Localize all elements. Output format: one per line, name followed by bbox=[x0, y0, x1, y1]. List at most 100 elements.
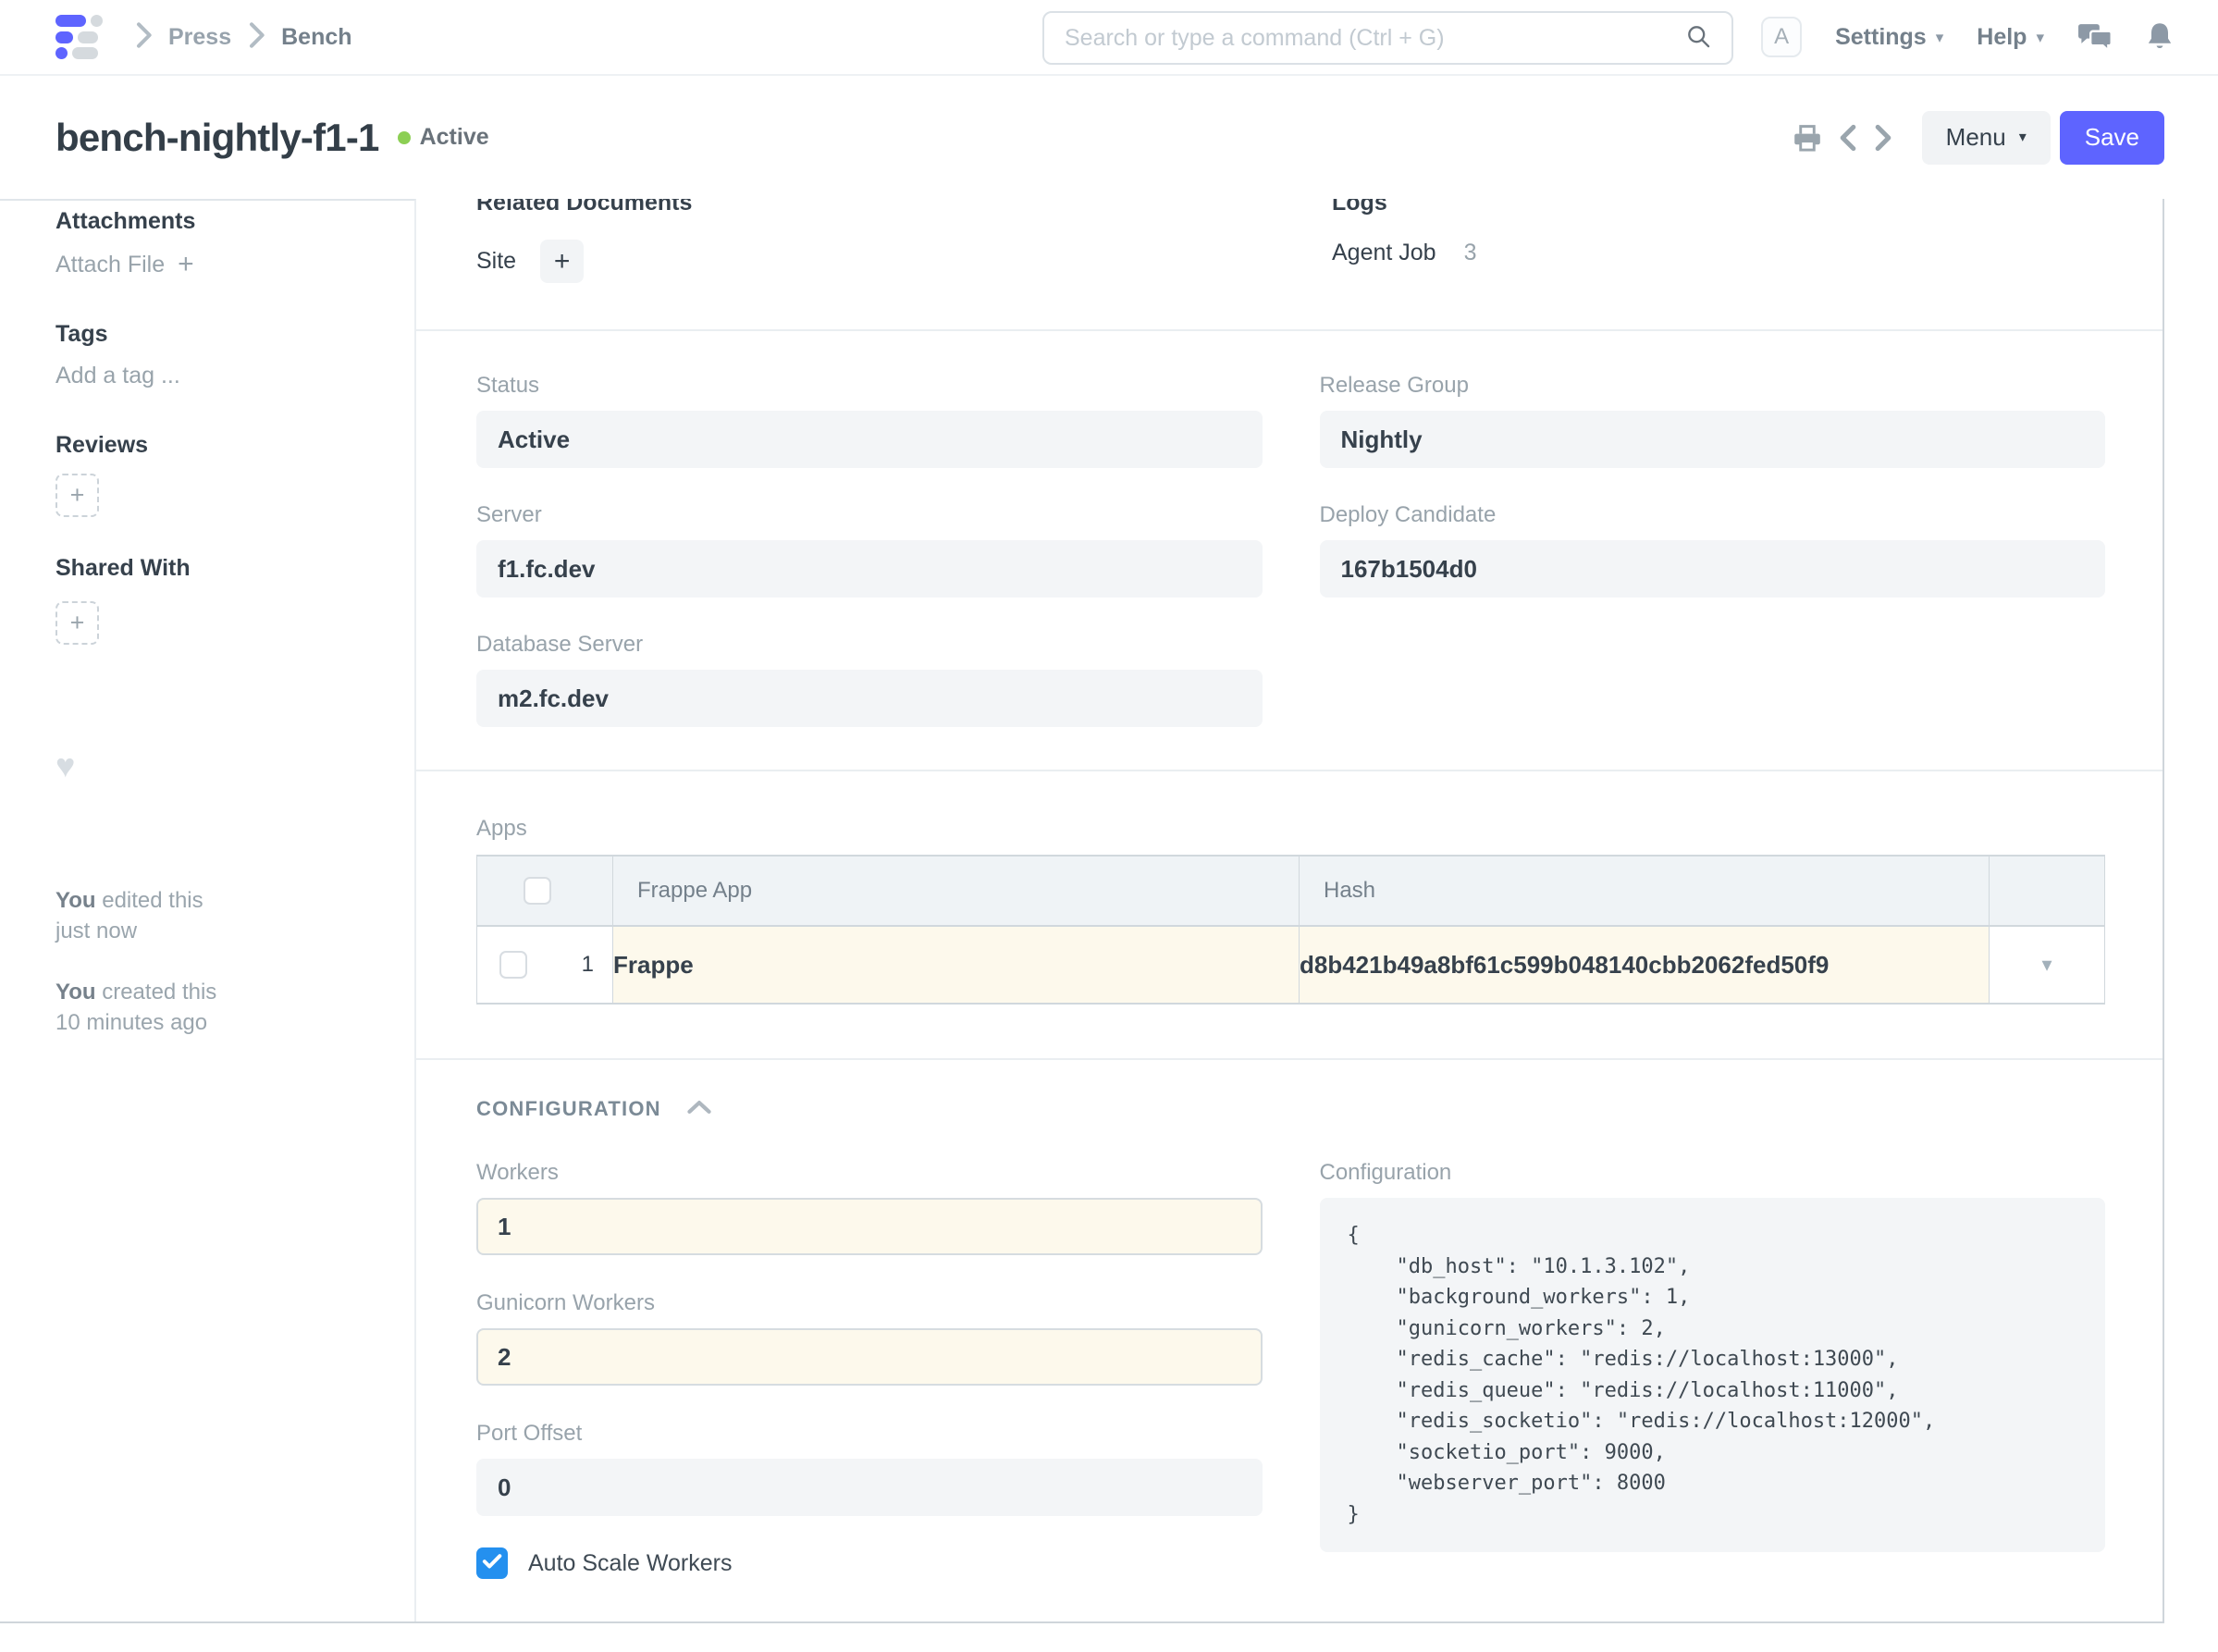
chevron-right-icon bbox=[246, 21, 266, 54]
chevron-right-icon bbox=[133, 21, 154, 54]
status-label: Status bbox=[476, 373, 1263, 399]
save-button[interactable]: Save bbox=[2060, 111, 2164, 165]
database-server-label: Database Server bbox=[476, 632, 1263, 658]
apps-label: Apps bbox=[476, 816, 2105, 842]
attachments-heading: Attachments bbox=[55, 208, 377, 234]
shared-with-heading: Shared With bbox=[55, 555, 377, 581]
help-menu[interactable]: Help ▾ bbox=[1977, 24, 2044, 51]
chevron-up-icon bbox=[687, 1100, 711, 1119]
row-dropdown-caret-icon[interactable]: ▾ bbox=[2041, 953, 2052, 976]
add-share-button[interactable]: + bbox=[55, 601, 99, 645]
caret-down-icon: ▾ bbox=[2019, 130, 2027, 145]
check-icon bbox=[482, 1553, 502, 1574]
activity-who: You bbox=[55, 888, 96, 913]
activity-when: just now bbox=[55, 918, 137, 943]
created-activity: You created this 10 minutes ago bbox=[55, 977, 377, 1038]
logo-row bbox=[55, 31, 105, 43]
row-index[interactable]: 1 bbox=[582, 952, 594, 978]
menu-button[interactable]: Menu ▾ bbox=[1922, 111, 2051, 165]
deploy-candidate-label: Deploy Candidate bbox=[1320, 502, 2106, 528]
search-icon bbox=[1685, 23, 1711, 54]
navbar-right: A Settings ▾ Help ▾ bbox=[1761, 17, 2174, 57]
auto-scale-workers-checkbox[interactable] bbox=[476, 1547, 508, 1579]
breadcrumb-item-bench[interactable]: Bench bbox=[281, 24, 351, 51]
status-indicator: Active bbox=[398, 124, 489, 151]
logo-shape bbox=[55, 47, 68, 59]
logo-row bbox=[55, 15, 105, 27]
server-field: Server f1.fc.dev bbox=[476, 502, 1263, 598]
release-group-field: Release Group Nightly bbox=[1320, 373, 2106, 468]
port-offset-field: Port Offset 0 bbox=[476, 1421, 1263, 1516]
logo-shape bbox=[72, 47, 98, 59]
title-area: bench-nightly-f1-1 Active bbox=[55, 116, 489, 160]
activity-action: created this bbox=[102, 980, 216, 1005]
settings-menu[interactable]: Settings ▾ bbox=[1835, 24, 1943, 51]
logo-shape bbox=[55, 15, 86, 27]
gunicorn-workers-input[interactable] bbox=[476, 1328, 1263, 1386]
form-sidebar: Attachments Attach File + Tags Add a tag… bbox=[0, 199, 416, 1621]
tags-heading: Tags bbox=[55, 321, 377, 347]
workers-input[interactable] bbox=[476, 1198, 1263, 1255]
status-dot bbox=[398, 131, 411, 144]
logo-shape bbox=[78, 31, 98, 43]
plus-icon: + bbox=[70, 481, 85, 510]
status-field: Status Active bbox=[476, 373, 1263, 468]
activity-action: edited this bbox=[102, 888, 203, 913]
hash-column-header: Hash bbox=[1300, 856, 1990, 926]
configuration-json-label: Configuration bbox=[1320, 1160, 2106, 1186]
add-tag-button[interactable]: Add a tag ... bbox=[55, 363, 377, 388]
activity-when: 10 minutes ago bbox=[55, 1010, 207, 1035]
auto-scale-workers-label: Auto Scale Workers bbox=[528, 1550, 732, 1577]
workers-label: Workers bbox=[476, 1160, 1263, 1186]
global-search[interactable] bbox=[1042, 11, 1733, 65]
attach-file-button[interactable]: Attach File + bbox=[55, 252, 377, 277]
page-head: bench-nightly-f1-1 Active Menu ▾ Save bbox=[0, 76, 2218, 199]
workers-field: Workers bbox=[476, 1160, 1263, 1255]
site-link[interactable]: Site bbox=[476, 248, 516, 275]
reviews-heading: Reviews bbox=[55, 432, 377, 458]
release-group-label: Release Group bbox=[1320, 373, 2106, 399]
auto-scale-workers-field: Auto Scale Workers bbox=[476, 1547, 1263, 1579]
frappe-app-cell[interactable]: Frappe bbox=[613, 926, 1300, 1004]
agent-job-link[interactable]: Agent Job bbox=[1332, 240, 1436, 266]
server-label: Server bbox=[476, 502, 1263, 528]
search-input[interactable] bbox=[1065, 25, 1685, 52]
frappe-app-column-header: Frappe App bbox=[613, 856, 1300, 926]
caret-down-icon: ▾ bbox=[2036, 30, 2044, 45]
top-navbar: Press Bench A Settings ▾ Help ▾ bbox=[0, 0, 2218, 76]
row-checkbox[interactable] bbox=[499, 951, 527, 979]
hash-cell[interactable]: d8b421b49a8bf61c599b048140cbb2062fed50f9 bbox=[1300, 926, 1990, 1004]
port-offset-value: 0 bbox=[476, 1459, 1263, 1516]
fields-left-column: Status Active Server f1.fc.dev Database … bbox=[476, 373, 1263, 761]
chat-icon[interactable] bbox=[2077, 22, 2113, 52]
prev-doc-icon[interactable] bbox=[1839, 124, 1857, 152]
notifications-bell-icon[interactable] bbox=[2146, 21, 2174, 53]
frappe-logo[interactable] bbox=[55, 15, 105, 59]
configuration-section-heading: CONFIGURATION bbox=[476, 1097, 661, 1121]
deploy-candidate-value: 167b1504d0 bbox=[1320, 540, 2106, 598]
plus-icon: + bbox=[70, 609, 85, 637]
next-doc-icon[interactable] bbox=[1874, 124, 1892, 152]
details-section: Status Active Server f1.fc.dev Database … bbox=[416, 331, 2163, 771]
edited-activity: You edited this just now bbox=[55, 885, 377, 946]
breadcrumb-item-press[interactable]: Press bbox=[168, 24, 231, 51]
select-all-checkbox[interactable] bbox=[524, 877, 551, 905]
config-left-column: Workers Gunicorn Workers Port Offset 0 bbox=[476, 1160, 1263, 1579]
configuration-section: CONFIGURATION Workers Gunicorn Workers bbox=[416, 1060, 2163, 1620]
apps-table-row: 1 Frappe d8b421b49a8bf61c599b048140cbb20… bbox=[477, 926, 2105, 1004]
caret-down-icon: ▾ bbox=[1936, 30, 1944, 45]
settings-label: Settings bbox=[1835, 24, 1927, 51]
logo-row bbox=[55, 47, 105, 59]
database-server-field: Database Server m2.fc.dev bbox=[476, 632, 1263, 727]
add-site-button[interactable]: + bbox=[540, 240, 584, 283]
user-avatar[interactable]: A bbox=[1761, 17, 1802, 57]
add-review-button[interactable]: + bbox=[55, 474, 99, 517]
apps-section: Apps Frappe App Hash 1 bbox=[416, 771, 2163, 1060]
like-heart-icon[interactable]: ♥ bbox=[55, 752, 377, 780]
deploy-candidate-field: Deploy Candidate 167b1504d0 bbox=[1320, 502, 2106, 598]
port-offset-label: Port Offset bbox=[476, 1421, 1263, 1447]
print-icon[interactable] bbox=[1793, 124, 1822, 152]
related-documents-column: Related Documents Site + bbox=[476, 199, 1332, 283]
logo-shape bbox=[55, 31, 73, 43]
configuration-section-toggle[interactable]: CONFIGURATION bbox=[476, 1097, 2105, 1121]
